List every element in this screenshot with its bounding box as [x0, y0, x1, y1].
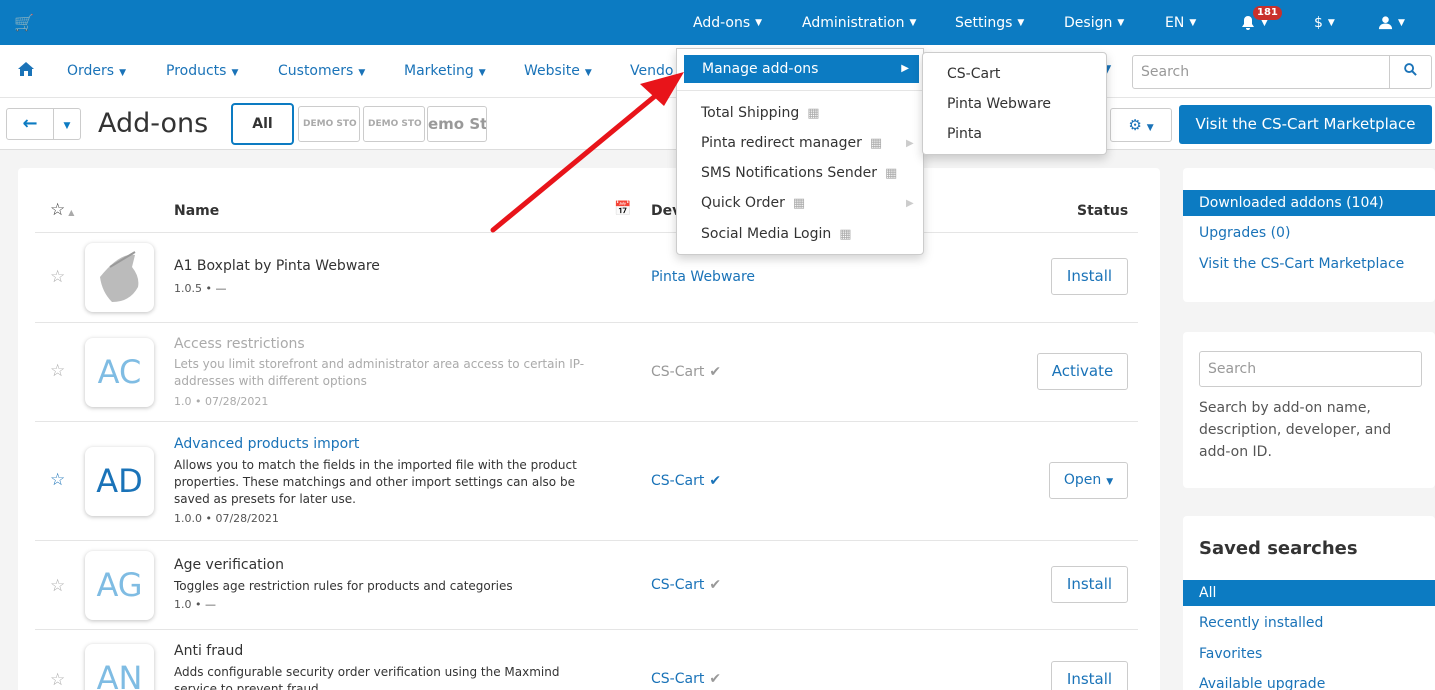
- annotation-arrow-icon: [490, 72, 684, 233]
